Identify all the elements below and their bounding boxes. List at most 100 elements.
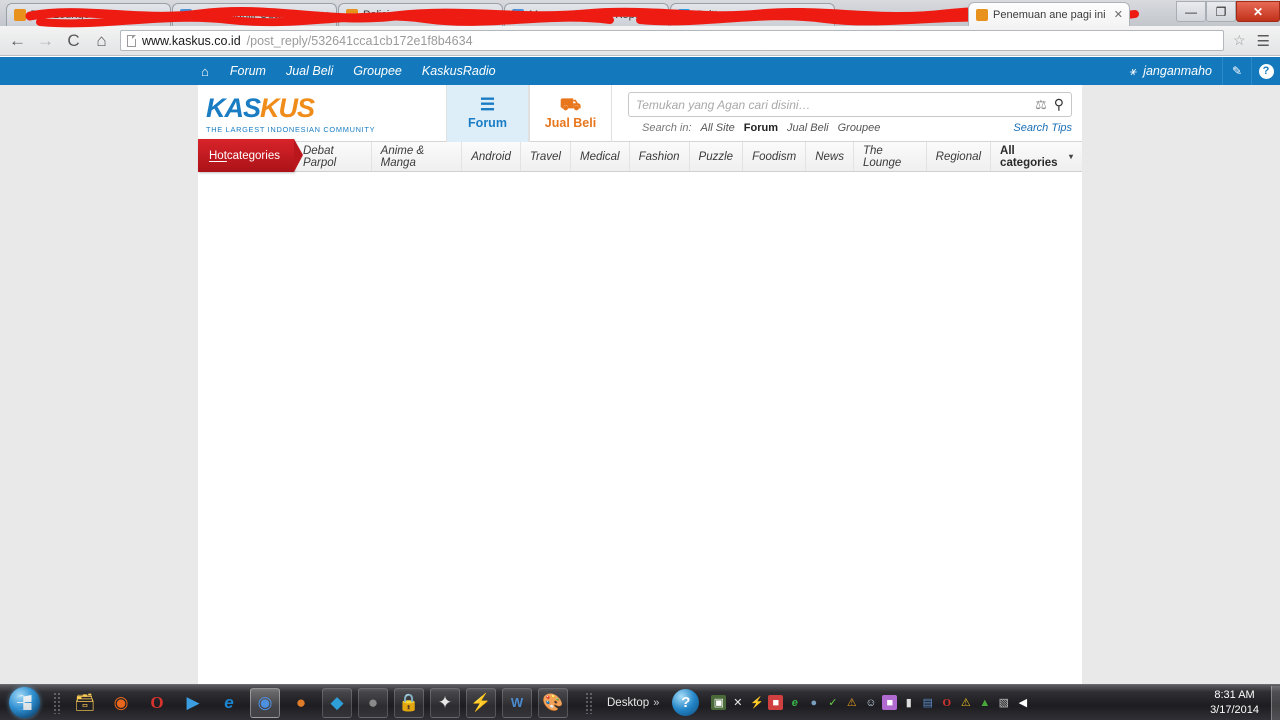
reload-icon[interactable]: C [64, 31, 83, 50]
show-desktop-button[interactable] [1271, 685, 1280, 720]
tab-close-icon[interactable]: ✕ [1111, 8, 1123, 21]
nav-item-jual-beli[interactable]: Jual Beli [276, 57, 343, 85]
home-icon[interactable]: ⌂ [92, 31, 111, 50]
tab-jual-beli[interactable]: ⛟ Jual Beli [529, 84, 612, 142]
app-lock-icon[interactable]: 🔒 [394, 687, 424, 718]
nav-item-groupee[interactable]: Groupee [343, 57, 412, 85]
help-orb-icon[interactable]: ? [672, 689, 700, 716]
word-icon[interactable]: W [502, 687, 532, 718]
chrome-icon[interactable]: ◉ [250, 687, 280, 718]
taskbar-grip-2[interactable] [585, 691, 594, 714]
battery-icon[interactable]: ▮ [901, 695, 916, 710]
display-icon[interactable]: ▤ [920, 695, 935, 710]
idm-tray-icon[interactable]: ⚡ [749, 695, 764, 710]
search-icon[interactable]: ⚲ [1054, 96, 1064, 113]
paint-icon[interactable]: 🎨 [538, 687, 568, 718]
category-android[interactable]: Android [462, 142, 521, 171]
browser-orange-icon[interactable]: ● [286, 688, 316, 718]
user-menu[interactable]: ⚹ janganmaho [1129, 64, 1222, 79]
category-foodism[interactable]: Foodism [743, 142, 807, 171]
microphone-icon[interactable]: ⚖ [1028, 97, 1054, 113]
search-input[interactable]: Temukan yang Agan cari disini… [636, 98, 1028, 112]
media-player-icon[interactable]: ▶ [178, 688, 208, 718]
app-dark-icon[interactable]: ● [358, 687, 388, 718]
opera-tray-icon[interactable]: O [939, 695, 954, 710]
browser-tab[interactable]: The Lounge ✕ [6, 3, 171, 26]
kaskus-logo[interactable]: KASKUS THE LARGEST INDONESIAN COMMUNITY [198, 93, 446, 134]
search-scope-jual-beli[interactable]: Jual Beli [787, 122, 829, 134]
minimize-button[interactable]: — [1176, 1, 1206, 22]
tab-close-icon[interactable]: ✕ [152, 9, 164, 22]
green-triangle-icon[interactable]: ▲ [977, 695, 992, 710]
category-travel[interactable]: Travel [521, 142, 571, 171]
monitor-icon[interactable]: ▣ [711, 695, 727, 710]
volume-icon[interactable]: ◀ [1015, 695, 1030, 710]
maximize-button[interactable]: ❐ [1206, 1, 1236, 22]
chrome-menu-icon[interactable]: ☰ [1255, 32, 1272, 50]
face-icon[interactable]: ☺ [863, 695, 878, 710]
forward-icon[interactable]: → [36, 31, 55, 50]
search-bar[interactable]: Temukan yang Agan cari disini… ⚖ ⚲ [628, 92, 1072, 117]
start-button[interactable] [0, 686, 48, 720]
explorer-icon[interactable]: 🗃 [70, 688, 100, 718]
search-tips-link[interactable]: Search Tips [1013, 122, 1072, 134]
search-scope-row: Search in: All Site Forum Jual Beli Grou… [628, 122, 1072, 134]
network-icon[interactable]: ✕ [730, 695, 745, 710]
tab-forum[interactable]: ☰ Forum [446, 84, 529, 142]
category-medical[interactable]: Medical [571, 142, 630, 171]
close-window-button[interactable]: ✕ [1236, 1, 1280, 22]
taskbar-clock[interactable]: 8:31 AM 3/17/2014 [1210, 688, 1271, 718]
back-icon[interactable]: ← [8, 31, 27, 50]
app-blue-icon[interactable]: ◆ [322, 687, 352, 718]
clipboard-icon[interactable]: ▧ [996, 695, 1011, 710]
check-icon[interactable]: ✓ [825, 695, 840, 710]
help-icon[interactable]: ? [1251, 57, 1280, 85]
globe-icon[interactable]: ● [806, 695, 821, 710]
tab-favicon [976, 8, 988, 21]
logo-kas: KAS [206, 92, 261, 123]
compose-pencil-icon[interactable]: ✎ [1222, 57, 1251, 85]
hot-categories-button[interactable]: Hot categories [198, 139, 303, 172]
idm-icon[interactable]: ⚡ [466, 687, 496, 718]
url-path: /post_reply/532641cca1cb172e1f8b4634 [246, 33, 473, 48]
antivirus-icon[interactable]: ■ [768, 695, 784, 710]
category-puzzle[interactable]: Puzzle [690, 142, 744, 171]
app-white-icon[interactable]: ✦ [430, 687, 460, 718]
bookmark-star-icon[interactable]: ☆ [1233, 32, 1246, 49]
browser-tab[interactable]: Polisi vs Traffic Light | ✕ [338, 3, 503, 26]
search-scope-all-site[interactable]: All Site [701, 122, 735, 134]
opera-icon[interactable]: O [142, 688, 172, 718]
warning-icon[interactable]: ⚠ [844, 695, 859, 710]
ie-tray-icon[interactable]: e [787, 695, 802, 710]
category-fashion[interactable]: Fashion [630, 142, 690, 171]
search-scope-groupee[interactable]: Groupee [838, 122, 881, 134]
nav-home-icon[interactable]: ⌂ [190, 64, 220, 79]
purple-app-icon[interactable]: ■ [882, 695, 898, 710]
firefox-icon[interactable]: ◉ [106, 688, 136, 718]
tab-close-icon[interactable]: ✕ [816, 9, 828, 22]
category-the-lounge[interactable]: The Lounge [854, 142, 927, 171]
username-label: janganmaho [1143, 64, 1212, 78]
all-categories-dropdown[interactable]: All categories ▾ [991, 142, 1082, 171]
taskbar-grip[interactable] [53, 691, 62, 714]
tab-close-icon[interactable]: ✕ [484, 9, 496, 22]
update-icon[interactable]: ⚠ [958, 695, 973, 710]
tab-favicon [678, 9, 690, 21]
nav-item-forum[interactable]: Forum [220, 57, 276, 85]
browser-tab-active[interactable]: Penemuan ane pagi ini... ✕ [968, 2, 1130, 26]
category-anime-manga[interactable]: Anime & Manga [372, 142, 463, 171]
browser-tab[interactable]: Wow, Manjir Udah Luar ... ✕ [172, 3, 337, 26]
search-scope-forum[interactable]: Forum [744, 122, 778, 134]
category-debat-parpol[interactable]: Debat Parpol [294, 142, 372, 171]
hot-label: Hot [209, 149, 227, 162]
browser-tab[interactable]: Twitter ✕ [670, 3, 835, 26]
overflow-chevron-icon[interactable]: » [653, 697, 666, 709]
internet-explorer-icon[interactable]: e [214, 688, 244, 718]
browser-tab[interactable]: Mengenal Syarat Koperasi ✕ [504, 3, 669, 26]
nav-item-kaskusradio[interactable]: KaskusRadio [412, 57, 506, 85]
address-bar[interactable]: www.kaskus.co.id/post_reply/532641cca1cb… [120, 30, 1224, 51]
category-news[interactable]: News [806, 142, 854, 171]
tab-close-icon[interactable]: ✕ [650, 9, 662, 22]
tab-close-icon[interactable]: ✕ [318, 9, 330, 22]
category-regional[interactable]: Regional [927, 142, 992, 171]
